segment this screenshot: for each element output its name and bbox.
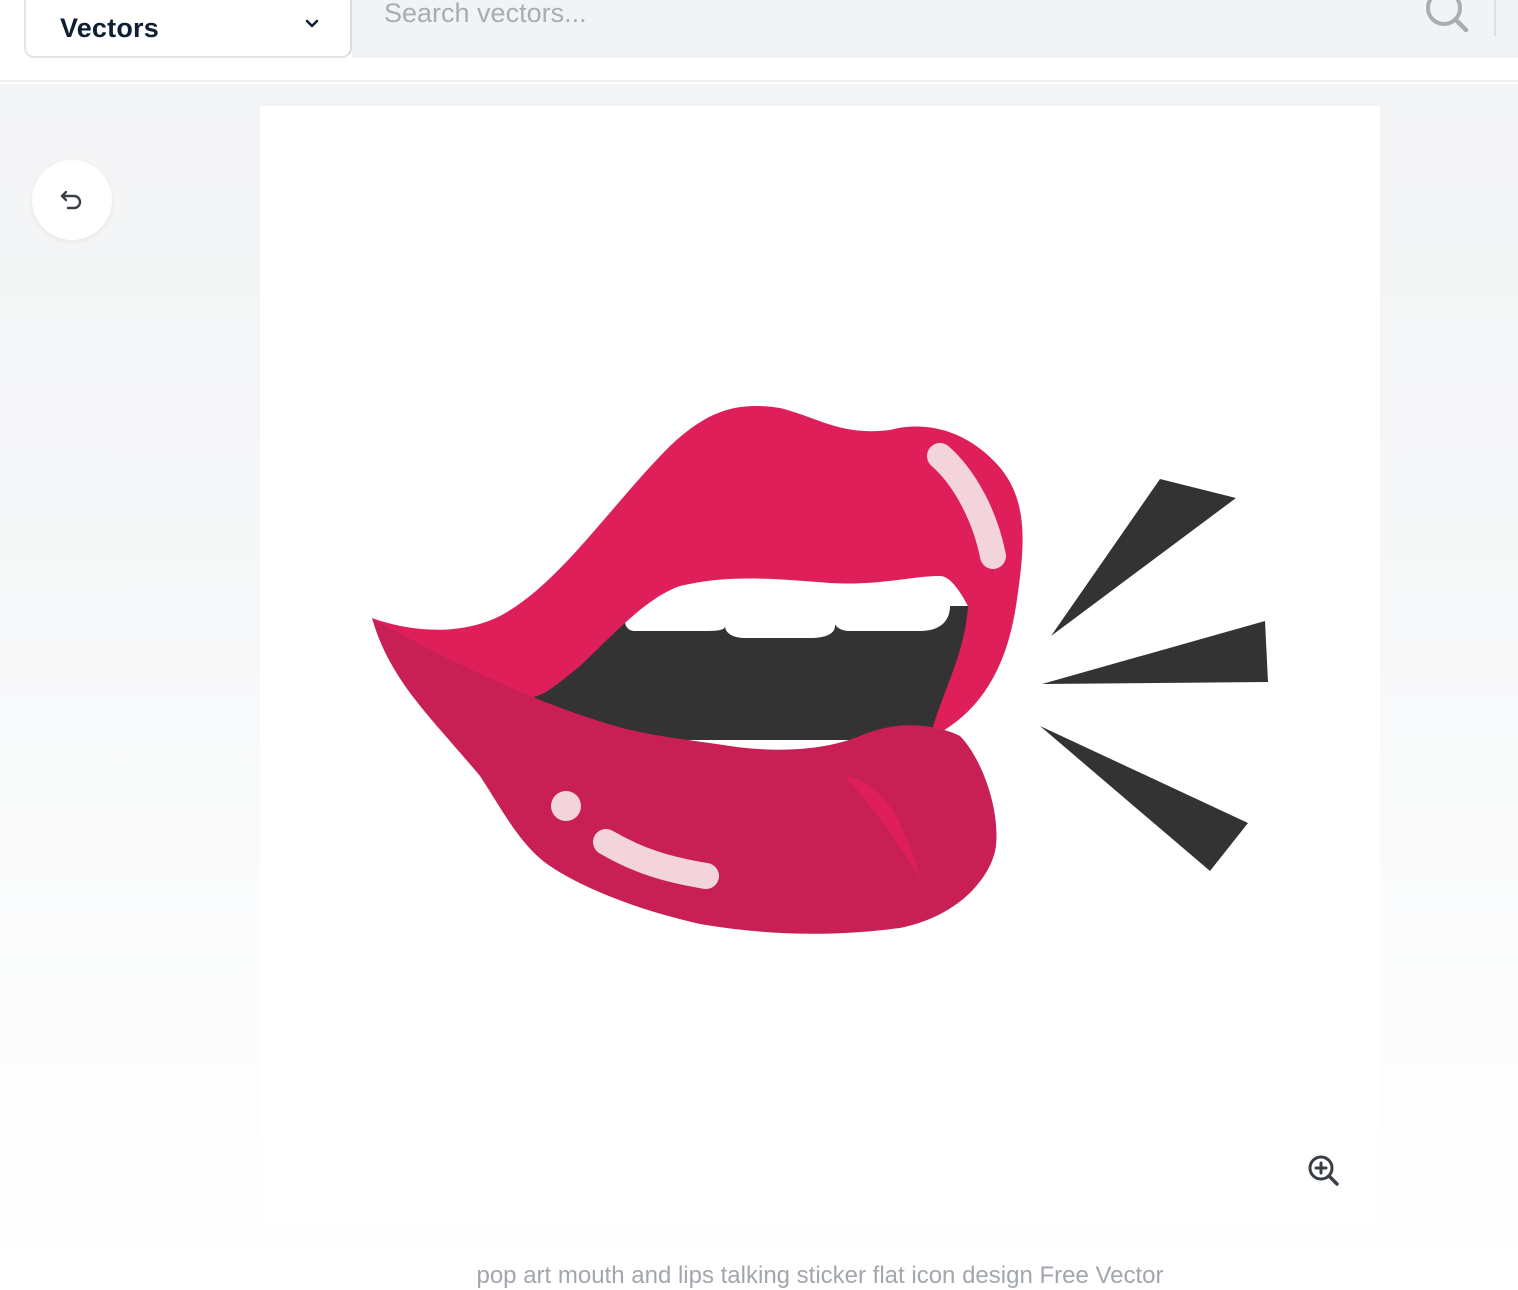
search-bar xyxy=(352,0,1518,58)
lips-artwork xyxy=(372,405,1268,934)
top-bar: Vectors xyxy=(0,0,1518,82)
vector-preview[interactable] xyxy=(260,106,1380,1226)
preview-caption: pop art mouth and lips talking sticker f… xyxy=(476,1262,1164,1289)
search-divider xyxy=(1494,0,1496,36)
search-input[interactable] xyxy=(384,0,1384,38)
undo-arrow-icon xyxy=(60,190,82,210)
asset-type-select[interactable]: Vectors xyxy=(24,0,352,58)
zoom-in-button[interactable] xyxy=(1291,1138,1357,1204)
zoom-in-icon xyxy=(1308,1155,1339,1186)
chevron-down-icon xyxy=(302,14,322,34)
back-button[interactable] xyxy=(32,160,112,240)
search-icon[interactable] xyxy=(1422,0,1472,36)
asset-type-label: Vectors xyxy=(60,12,159,43)
